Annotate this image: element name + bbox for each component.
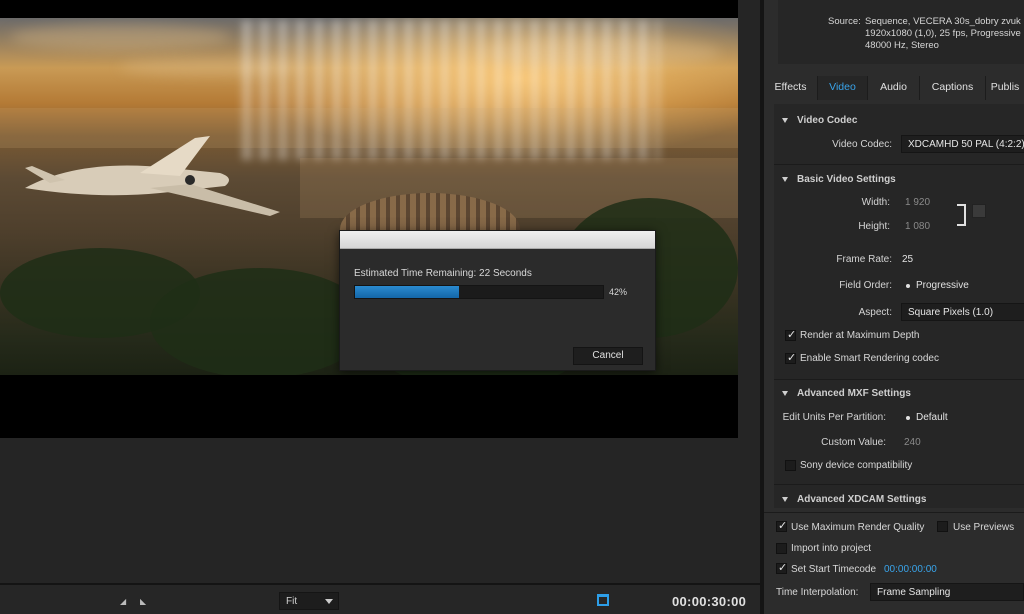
- estimated-time-text: Estimated Time Remaining: 22 Seconds: [354, 268, 532, 279]
- field-order-label: Field Order:: [839, 280, 892, 291]
- section-title: Basic Video Settings: [797, 174, 896, 185]
- export-settings-panel: Source: Sequence, VECERA 30s_dobry zvuk …: [764, 0, 1024, 614]
- zoom-select-value: Fit: [286, 596, 298, 607]
- source-line-2: 1920x1080 (1,0), 25 fps, Progressive: [865, 28, 1021, 39]
- width-label: Width:: [861, 197, 890, 208]
- sony-compat-label: Sony device compatibility: [800, 460, 913, 471]
- collapse-triangle-icon: [782, 118, 788, 123]
- progress-bar: [354, 285, 604, 299]
- use-previews-checkbox[interactable]: [937, 521, 948, 532]
- mark-in-icon[interactable]: ◢: [120, 597, 126, 606]
- time-interpolation-label: Time Interpolation:: [776, 587, 859, 598]
- collapse-triangle-icon: [782, 497, 788, 502]
- link-dimensions-bracket: [957, 204, 966, 226]
- width-value[interactable]: 1 920: [905, 197, 930, 208]
- dialog-titlebar[interactable]: [340, 231, 655, 249]
- time-interpolation-select[interactable]: Frame Sampling: [870, 583, 1024, 601]
- cancel-button[interactable]: Cancel: [573, 347, 643, 365]
- field-order-value[interactable]: Progressive: [916, 280, 969, 291]
- tab-effects[interactable]: Effects: [764, 76, 818, 100]
- aspect-select[interactable]: Square Pixels (1.0): [901, 303, 1024, 321]
- smart-rendering-checkbox[interactable]: ✓: [785, 352, 797, 364]
- collapse-triangle-icon: [782, 177, 788, 182]
- frame-rate-value[interactable]: 25: [902, 254, 913, 265]
- start-timecode-value[interactable]: 00:00:00:00: [884, 564, 937, 575]
- max-render-quality-checkbox[interactable]: ✓: [776, 520, 788, 532]
- video-codec-label: Video Codec:: [832, 139, 892, 150]
- checkmark-icon: ✓: [778, 520, 788, 532]
- collapse-triangle-icon: [782, 391, 788, 396]
- link-dimensions-icon[interactable]: [972, 204, 986, 218]
- checkmark-icon: ✓: [787, 352, 797, 364]
- smart-rendering-label: Enable Smart Rendering codec: [800, 353, 939, 364]
- mark-out-icon[interactable]: ◣: [140, 597, 146, 606]
- section-title: Advanced MXF Settings: [797, 388, 911, 399]
- render-max-depth-checkbox[interactable]: ✓: [785, 329, 797, 341]
- chevron-down-icon: [325, 599, 333, 604]
- airplane-image: [25, 136, 280, 216]
- video-codec-select[interactable]: XDCAMHD 50 PAL (4:2:2): [901, 135, 1024, 153]
- tab-publish[interactable]: Publis: [986, 76, 1024, 100]
- source-label: Source:: [828, 16, 861, 27]
- custom-value-label: Custom Value:: [821, 437, 886, 448]
- source-line-1: Sequence, VECERA 30s_dobry zvuk: [865, 16, 1021, 27]
- import-into-project-label: Import into project: [791, 543, 872, 554]
- video-settings-list[interactable]: Video Codec Video Codec: XDCAMHD 50 PAL …: [774, 104, 1024, 508]
- sony-compat-checkbox[interactable]: [785, 460, 796, 471]
- max-render-quality-label: Use Maximum Render Quality: [791, 522, 925, 533]
- height-label: Height:: [858, 221, 890, 232]
- render-options: ✓ Use Maximum Render Quality Use Preview…: [764, 512, 1024, 614]
- source-summary: Source: Sequence, VECERA 30s_dobry zvuk …: [778, 0, 1024, 64]
- edit-units-value[interactable]: Default: [916, 412, 948, 423]
- transport-bar: ◢ ◣ Fit 00:00:30:00: [0, 583, 760, 614]
- export-settings-icon[interactable]: [597, 594, 609, 606]
- xdcam-section[interactable]: Advanced XDCAM Settings: [774, 491, 1024, 508]
- duration-timecode: 00:00:30:00: [672, 594, 747, 609]
- set-start-timecode-label: Set Start Timecode: [791, 564, 877, 575]
- progress-bar-fill: [355, 286, 460, 298]
- tab-captions[interactable]: Captions: [920, 76, 986, 100]
- render-progress-dialog: Estimated Time Remaining: 22 Seconds 42%…: [339, 230, 656, 371]
- tab-audio[interactable]: Audio: [868, 76, 920, 100]
- set-start-timecode-checkbox[interactable]: ✓: [776, 562, 788, 574]
- frame-rate-label: Frame Rate:: [836, 254, 892, 265]
- video-codec-section[interactable]: Video Codec: [774, 112, 1024, 130]
- height-value[interactable]: 1 080: [905, 221, 930, 232]
- section-title: Advanced XDCAM Settings: [797, 494, 927, 505]
- radio-dot-icon: [906, 284, 910, 288]
- render-max-depth-label: Render at Maximum Depth: [800, 330, 920, 341]
- import-into-project-checkbox[interactable]: [776, 543, 787, 554]
- tab-video[interactable]: Video: [818, 76, 868, 100]
- preview-panel: Estimated Time Remaining: 22 Seconds 42%…: [0, 0, 760, 614]
- mxf-section[interactable]: Advanced MXF Settings: [774, 385, 1024, 403]
- basic-video-section[interactable]: Basic Video Settings: [774, 171, 1024, 189]
- settings-tabs: Effects Video Audio Captions Publis: [764, 76, 1024, 100]
- zoom-select[interactable]: Fit: [279, 592, 339, 610]
- progress-percent: 42%: [609, 287, 628, 297]
- aspect-label: Aspect:: [858, 307, 892, 318]
- edit-units-label: Edit Units Per Partition:: [782, 412, 886, 423]
- checkmark-icon: ✓: [778, 562, 788, 574]
- use-previews-label: Use Previews: [953, 522, 1015, 533]
- custom-value[interactable]: 240: [904, 437, 921, 448]
- radio-dot-icon: [906, 416, 910, 420]
- checkmark-icon: ✓: [787, 329, 797, 341]
- section-title: Video Codec: [797, 115, 858, 126]
- source-line-3: 48000 Hz, Stereo: [865, 40, 939, 51]
